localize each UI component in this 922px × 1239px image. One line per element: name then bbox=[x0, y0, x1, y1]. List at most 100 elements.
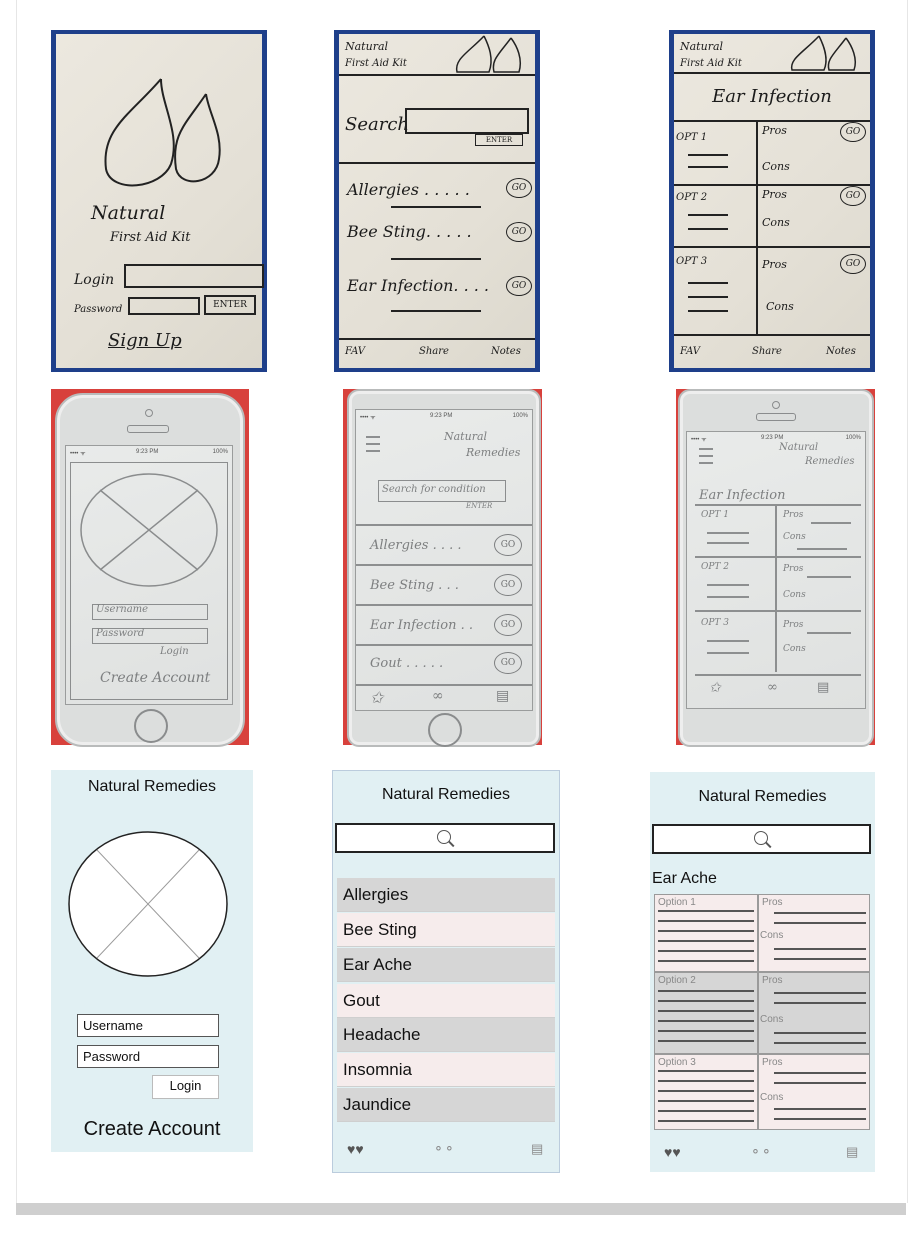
footer-divider bbox=[674, 334, 870, 336]
go-button[interactable]: GO bbox=[494, 534, 522, 556]
option-label: Option 2 bbox=[658, 975, 696, 986]
enter-button[interactable]: ENTER bbox=[204, 295, 256, 315]
notes-icon[interactable]: ▤ bbox=[496, 688, 509, 704]
list-item[interactable]: Allergies . . . . bbox=[370, 538, 462, 553]
signup-link[interactable]: Sign Up bbox=[108, 330, 182, 351]
go-button[interactable]: GO bbox=[506, 276, 532, 296]
detail-title: Ear Ache bbox=[652, 870, 717, 887]
content-line bbox=[658, 1080, 754, 1082]
go-button[interactable]: GO bbox=[506, 222, 532, 242]
footer-fav[interactable]: FAV bbox=[345, 346, 365, 357]
content-line bbox=[774, 958, 866, 960]
content-line bbox=[658, 1120, 754, 1122]
menu-icon[interactable] bbox=[366, 436, 380, 438]
go-button[interactable]: GO bbox=[494, 574, 522, 596]
content-line bbox=[774, 922, 866, 924]
list-item[interactable]: Ear Ache bbox=[337, 948, 555, 982]
content-line bbox=[658, 1000, 754, 1002]
notes-icon[interactable]: ▤ bbox=[531, 1141, 543, 1157]
sketch-line bbox=[688, 282, 728, 284]
password-box[interactable] bbox=[128, 297, 200, 315]
column-divider bbox=[756, 120, 758, 334]
star-icon[interactable]: ✩ bbox=[709, 680, 721, 696]
login-button[interactable]: Login bbox=[152, 1075, 219, 1099]
content-line bbox=[774, 1118, 866, 1120]
footer-share[interactable]: Share bbox=[752, 346, 782, 357]
notes-icon[interactable]: ▤ bbox=[846, 1144, 858, 1160]
go-button[interactable]: GO bbox=[506, 178, 532, 198]
footer-notes[interactable]: Notes bbox=[491, 346, 521, 357]
content-line bbox=[774, 912, 866, 914]
sketch-line bbox=[707, 652, 749, 654]
brand-line1: Natural bbox=[91, 202, 166, 224]
username-field[interactable]: Username bbox=[77, 1014, 219, 1037]
enter-button[interactable]: ENTER bbox=[475, 134, 523, 146]
hearts-icon[interactable]: ♥♥ bbox=[347, 1141, 364, 1157]
list-item[interactable]: Bee Sting. . . . . bbox=[347, 222, 472, 241]
go-button[interactable]: GO bbox=[840, 254, 866, 274]
menu-icon[interactable] bbox=[699, 448, 713, 450]
row-divider bbox=[356, 644, 532, 646]
list-item[interactable]: Bee Sting . . . bbox=[370, 578, 459, 593]
content-line bbox=[774, 1082, 866, 1084]
title-divider bbox=[695, 504, 861, 506]
list-item[interactable]: Insomnia bbox=[337, 1053, 555, 1087]
list-item[interactable]: Gout . . . . . bbox=[370, 656, 443, 671]
sketch-line bbox=[391, 258, 481, 260]
search-input[interactable] bbox=[652, 824, 871, 854]
mockup-detail: Natural Remedies Ear Ache Option 1 Pros … bbox=[650, 772, 875, 1172]
chat-icon[interactable]: ∞ bbox=[432, 688, 444, 704]
list-item[interactable]: Ear Infection . . bbox=[370, 618, 473, 633]
go-button[interactable]: GO bbox=[494, 614, 522, 636]
option-label: OPT 1 bbox=[676, 132, 708, 143]
go-button[interactable]: GO bbox=[494, 652, 522, 674]
chat-icon[interactable]: ∞ bbox=[767, 680, 778, 695]
login-button[interactable]: Login bbox=[160, 646, 189, 657]
sketch-line bbox=[707, 532, 749, 534]
password-field[interactable]: Password bbox=[77, 1045, 219, 1068]
list-item[interactable]: Allergies bbox=[337, 878, 555, 912]
content-line bbox=[658, 1040, 754, 1042]
footer-notes[interactable]: Notes bbox=[826, 346, 856, 357]
star-icon[interactable]: ✩ bbox=[370, 688, 383, 707]
phone-sketch-login: •••• ᯤ 9:23 PM 100% Username Password Lo… bbox=[51, 389, 249, 747]
login-box[interactable] bbox=[124, 264, 264, 288]
footer-fav[interactable]: FAV bbox=[680, 346, 700, 357]
create-account-link[interactable]: Create Account bbox=[100, 670, 210, 686]
cons-label: Cons bbox=[783, 644, 806, 654]
login-label: Login bbox=[74, 272, 115, 288]
cons-label: Cons bbox=[760, 930, 784, 941]
app-title: Natural Remedies bbox=[698, 788, 827, 805]
sketch-line bbox=[391, 206, 481, 208]
header-divider bbox=[339, 74, 535, 76]
list-item[interactable]: Ear Infection. . . . bbox=[347, 276, 489, 295]
search-input[interactable] bbox=[335, 823, 555, 853]
option-cell[interactable]: Option 3 bbox=[654, 1054, 758, 1130]
content-line bbox=[774, 992, 866, 994]
go-button[interactable]: GO bbox=[840, 122, 866, 142]
list-item[interactable]: Gout bbox=[337, 984, 555, 1018]
footer-divider bbox=[339, 338, 535, 340]
hearts-icon[interactable]: ♥♥ bbox=[664, 1144, 681, 1160]
option-cell[interactable]: Option 2 bbox=[654, 972, 758, 1054]
list-item[interactable]: Jaundice bbox=[337, 1088, 555, 1122]
phone-screen: •••• ᯤ 9:23 PM 100% Natural Remedies Sea… bbox=[355, 409, 533, 711]
enter-button[interactable]: ENTER bbox=[466, 502, 492, 510]
list-item[interactable]: Headache bbox=[337, 1018, 555, 1052]
home-button-icon bbox=[134, 709, 168, 743]
create-account-link[interactable]: Create Account bbox=[51, 1118, 253, 1141]
list-item[interactable]: Bee Sting bbox=[337, 913, 555, 947]
content-line bbox=[658, 990, 754, 992]
menu-icon-line bbox=[699, 455, 713, 457]
footer-share[interactable]: Share bbox=[419, 346, 449, 357]
list-item[interactable]: Allergies . . . . . bbox=[347, 180, 470, 199]
go-button[interactable]: GO bbox=[840, 186, 866, 206]
content-line bbox=[658, 950, 754, 952]
notes-icon[interactable]: ▤ bbox=[817, 680, 829, 695]
sketch-line bbox=[688, 214, 728, 216]
header-line1: Natural bbox=[444, 430, 488, 443]
search-box[interactable] bbox=[405, 108, 529, 134]
status-battery: 100% bbox=[845, 435, 861, 441]
chat-icon[interactable]: ⚬⚬ bbox=[433, 1141, 455, 1157]
chat-icon[interactable]: ⚬⚬ bbox=[750, 1144, 772, 1160]
